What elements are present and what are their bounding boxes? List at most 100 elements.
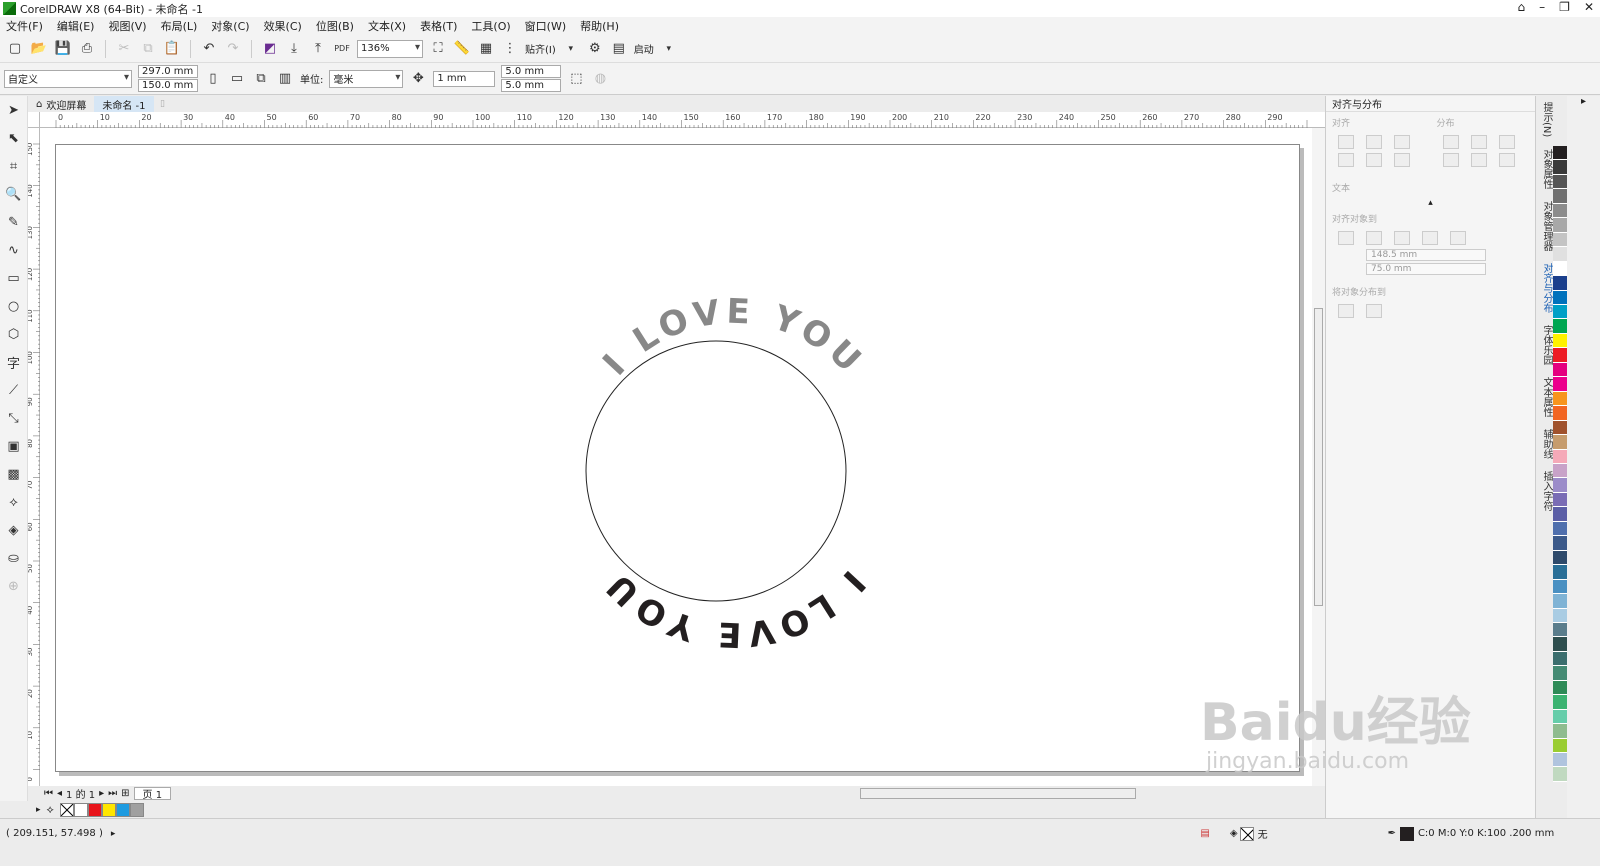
- palette-swatch[interactable]: [1553, 218, 1567, 233]
- palette-swatch[interactable]: [1553, 290, 1567, 305]
- undo-icon[interactable]: ↶: [200, 40, 218, 58]
- maximize-button[interactable]: ❐: [1559, 0, 1570, 14]
- palette-swatch[interactable]: [1553, 594, 1567, 609]
- vertical-scroll-thumb[interactable]: [1314, 308, 1323, 606]
- next-page-icon[interactable]: ▸: [99, 788, 104, 799]
- page-preset-dropdown[interactable]: 自定义: [4, 69, 132, 88]
- palette-swatch[interactable]: [1553, 666, 1567, 681]
- treat-as-filled-icon[interactable]: ⬚: [567, 70, 585, 88]
- x-coordinate-field[interactable]: 148.5 mm: [1366, 249, 1486, 261]
- palette-swatch[interactable]: [1553, 362, 1567, 378]
- palette-swatch[interactable]: [1553, 695, 1567, 710]
- quick-palette-swatch[interactable]: [129, 802, 144, 817]
- zoom-level-dropdown[interactable]: 136%: [357, 39, 423, 58]
- extent-of-page-icon[interactable]: [1366, 304, 1382, 318]
- units-dropdown[interactable]: 毫米: [329, 69, 404, 88]
- first-page-icon[interactable]: ⏮: [44, 788, 53, 799]
- outline-color-swatch[interactable]: [1399, 826, 1414, 841]
- eyedropper-icon[interactable]: ⟡: [4, 492, 24, 512]
- align-center-h-icon[interactable]: [1366, 135, 1382, 149]
- new-tab-icon[interactable]: ▯: [154, 95, 172, 113]
- palette-swatch[interactable]: [1553, 276, 1567, 291]
- tab-welcome[interactable]: ⌂ 欢迎屏幕: [28, 96, 94, 112]
- minimize-button[interactable]: –: [1539, 0, 1545, 14]
- palette-swatch[interactable]: [1553, 550, 1567, 566]
- quick-palette-swatch[interactable]: [73, 802, 88, 817]
- menu-view[interactable]: 视图(V): [108, 18, 146, 34]
- palette-arrow-icon[interactable]: ▸: [36, 805, 41, 815]
- page-edge-icon[interactable]: [1366, 231, 1382, 245]
- chevron-down-icon[interactable]: ▾: [660, 40, 678, 58]
- drawing-scale-icon[interactable]: ◍: [591, 70, 609, 88]
- align-bottom-icon[interactable]: [1394, 153, 1410, 167]
- side-tab-object-manager[interactable]: 对象管理器: [1536, 195, 1554, 257]
- status-arrow-icon[interactable]: ▸: [111, 829, 116, 839]
- horizontal-ruler[interactable]: 0 10 20 30 40 50 60 70 80 90 100 110 120 130 140 150 160…: [40, 112, 1325, 128]
- restore-help-icon[interactable]: ⌂: [1518, 0, 1526, 14]
- drop-shadow-icon[interactable]: ▣: [4, 436, 24, 456]
- fill-indicator-icon[interactable]: ◈: [1230, 828, 1238, 839]
- cut-icon[interactable]: ✂: [115, 40, 133, 58]
- menu-layout[interactable]: 布局(L): [161, 18, 198, 34]
- collapse-arrow-icon[interactable]: ▴: [1326, 198, 1535, 208]
- smart-fill-icon[interactable]: ⛀: [4, 548, 24, 568]
- palette-swatch[interactable]: [1553, 406, 1567, 421]
- palette-swatch[interactable]: [1553, 608, 1567, 623]
- palette-swatch[interactable]: [1553, 622, 1567, 638]
- palette-swatch[interactable]: [1553, 651, 1567, 667]
- zoom-tool-icon[interactable]: 🔍: [4, 184, 24, 204]
- show-guidelines-icon[interactable]: ⋮: [501, 40, 519, 58]
- top-arc-text[interactable]: I LOVE YOU: [595, 292, 872, 384]
- palette-swatch[interactable]: [1553, 232, 1567, 248]
- menu-help[interactable]: 帮助(H): [580, 18, 619, 34]
- palette-menu-icon[interactable]: ▸: [1567, 96, 1600, 107]
- palette-swatch[interactable]: [1553, 435, 1567, 450]
- specified-point-icon[interactable]: [1450, 231, 1466, 245]
- launch-icon[interactable]: ▤: [610, 40, 628, 58]
- no-fill-swatch[interactable]: [59, 802, 74, 817]
- interactive-fill-icon[interactable]: ◈: [4, 520, 24, 540]
- add-page-icon[interactable]: ⊞: [121, 788, 129, 799]
- publish-pdf-icon[interactable]: PDF: [333, 40, 351, 58]
- menu-file[interactable]: 文件(F): [6, 18, 43, 34]
- new-document-icon[interactable]: ▢: [6, 40, 24, 58]
- side-tab-font-playground[interactable]: 字体乐园: [1536, 319, 1554, 371]
- pick-tool-icon[interactable]: ➤: [4, 100, 24, 120]
- copy-icon[interactable]: ⧉: [139, 40, 157, 58]
- menu-edit[interactable]: 编辑(E): [57, 18, 95, 34]
- palette-swatch[interactable]: [1553, 463, 1567, 479]
- extent-of-selection-icon[interactable]: [1338, 304, 1354, 318]
- distribute-center-icon[interactable]: [1470, 135, 1487, 149]
- palette-swatch[interactable]: [1553, 174, 1567, 190]
- align-left-icon[interactable]: [1338, 135, 1354, 149]
- quick-palette-swatch[interactable]: [115, 802, 130, 817]
- bottom-arc-text[interactable]: I LOVE YOU: [596, 562, 873, 654]
- shape-tool-icon[interactable]: ⬉: [4, 128, 24, 148]
- side-tab-object-properties[interactable]: 对象属性: [1536, 143, 1554, 195]
- chevron-down-icon[interactable]: ▾: [562, 40, 580, 58]
- palette-swatch[interactable]: [1553, 333, 1567, 349]
- all-pages-icon[interactable]: ⧉: [252, 70, 270, 88]
- portrait-icon[interactable]: ▯: [204, 70, 222, 88]
- duplicate-y-field[interactable]: 5.0 mm: [501, 79, 562, 92]
- landscape-icon[interactable]: ▭: [228, 70, 246, 88]
- palette-swatch[interactable]: [1553, 348, 1567, 363]
- options-gear-icon[interactable]: ⚙: [586, 40, 604, 58]
- ellipse-tool-icon[interactable]: ○: [4, 296, 24, 316]
- crop-tool-icon[interactable]: ⌗: [4, 156, 24, 176]
- vertical-ruler[interactable]: 1501401301201101009080706050403020100: [26, 128, 40, 786]
- menu-window[interactable]: 窗口(W): [525, 18, 566, 34]
- search-content-icon[interactable]: ◩: [261, 40, 279, 58]
- show-grid-icon[interactable]: ▦: [477, 40, 495, 58]
- palette-swatch[interactable]: [1553, 304, 1567, 320]
- palette-swatch[interactable]: [1553, 160, 1567, 175]
- add-tool-icon[interactable]: ⊕: [4, 576, 24, 596]
- palette-swatch[interactable]: [1553, 319, 1567, 334]
- palette-swatch[interactable]: [1553, 637, 1567, 652]
- page-center-icon[interactable]: [1394, 231, 1410, 245]
- palette-swatch[interactable]: [1553, 247, 1567, 262]
- distribute-bottom-icon[interactable]: [1498, 153, 1515, 167]
- save-icon[interactable]: 💾: [54, 40, 72, 58]
- nudge-distance-field[interactable]: 1 mm: [433, 70, 496, 87]
- polygon-tool-icon[interactable]: ⬡: [4, 324, 24, 344]
